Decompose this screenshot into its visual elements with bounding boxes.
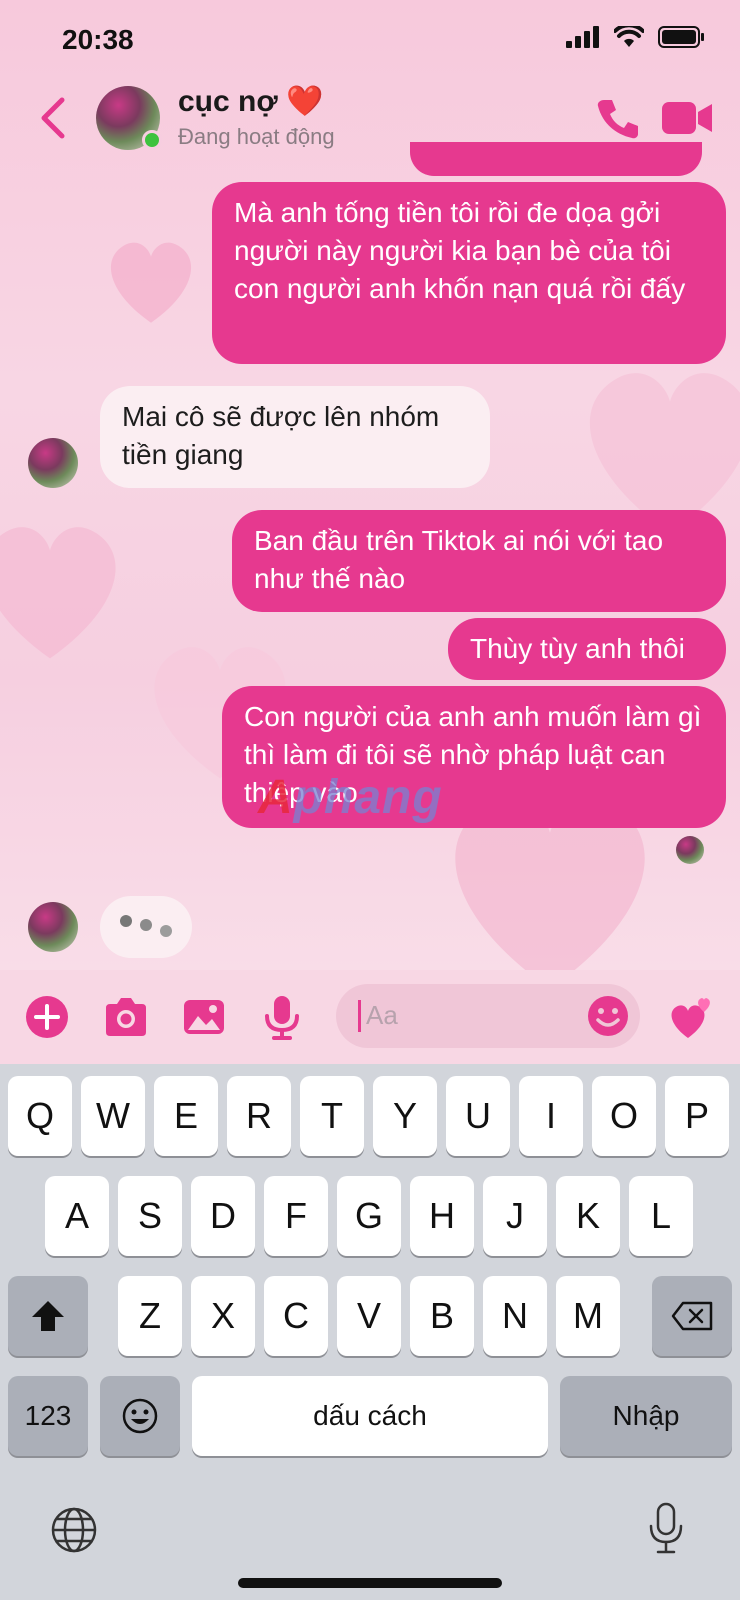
message-received[interactable]: Mai cô sẽ được lên nhóm tiền giang <box>100 386 490 488</box>
key-o[interactable]: O <box>592 1076 656 1156</box>
signal-icon <box>566 26 599 48</box>
seen-indicator-avatar <box>676 836 704 864</box>
key-m[interactable]: M <box>556 1276 620 1356</box>
wifi-icon <box>614 26 644 47</box>
status-time: 20:38 <box>62 24 134 55</box>
key-i[interactable]: I <box>519 1076 583 1156</box>
key-a[interactable]: A <box>45 1176 109 1256</box>
key-p[interactable]: P <box>665 1076 729 1156</box>
key-u[interactable]: U <box>446 1076 510 1156</box>
backspace-key[interactable] <box>652 1276 732 1356</box>
key-t[interactable]: T <box>300 1076 364 1156</box>
message-sent-partial <box>410 142 702 176</box>
message-sent[interactable]: Mà anh tống tiền tôi rồi đe dọa gởi ngườ… <box>212 182 726 364</box>
key-j[interactable]: J <box>483 1176 547 1256</box>
online-indicator <box>142 130 162 150</box>
message-sent[interactable]: Thùy tùy anh thôi <box>448 618 726 680</box>
key-h[interactable]: H <box>410 1176 474 1256</box>
key-v[interactable]: V <box>337 1276 401 1356</box>
contact-avatar-small <box>28 902 78 952</box>
shift-icon <box>32 1301 64 1331</box>
back-icon[interactable] <box>36 96 70 140</box>
key-q[interactable]: Q <box>8 1076 72 1156</box>
key-r[interactable]: R <box>227 1076 291 1156</box>
status-bar: 20:38 <box>0 0 740 80</box>
backspace-icon <box>671 1301 713 1331</box>
heart-emoji-icon[interactable] <box>666 992 716 1042</box>
dictation-icon[interactable] <box>646 1502 686 1556</box>
key-e[interactable]: E <box>154 1076 218 1156</box>
key-g[interactable]: G <box>337 1176 401 1256</box>
plus-icon[interactable] <box>24 994 70 1040</box>
heart-decoration <box>0 527 116 659</box>
heart-decoration <box>110 242 192 323</box>
key-s[interactable]: S <box>118 1176 182 1256</box>
key-k[interactable]: K <box>556 1176 620 1256</box>
key-z[interactable]: Z <box>118 1276 182 1356</box>
key-w[interactable]: W <box>81 1076 145 1156</box>
typing-indicator <box>100 896 192 958</box>
status-icons <box>566 26 704 48</box>
key-l[interactable]: L <box>629 1176 693 1256</box>
emoji-icon[interactable] <box>586 994 630 1038</box>
key-x[interactable]: X <box>191 1276 255 1356</box>
message-input-placeholder: Aa <box>366 1000 398 1030</box>
return-key[interactable]: Nhập <box>560 1376 732 1456</box>
home-indicator <box>238 1578 502 1588</box>
watermark-logo: Aphang <box>258 771 443 824</box>
key-n[interactable]: N <box>483 1276 547 1356</box>
camera-icon[interactable] <box>102 994 150 1040</box>
message-composer: Aa <box>0 970 740 1064</box>
key-y[interactable]: Y <box>373 1076 437 1156</box>
key-c[interactable]: C <box>264 1276 328 1356</box>
globe-icon[interactable] <box>50 1506 98 1554</box>
mic-icon[interactable] <box>262 994 302 1040</box>
emoji-keyboard-icon <box>122 1398 158 1434</box>
shift-key[interactable] <box>8 1276 88 1356</box>
image-icon[interactable] <box>182 994 226 1040</box>
key-d[interactable]: D <box>191 1176 255 1256</box>
space-key[interactable]: dấu cách <box>192 1376 548 1456</box>
contact-status: Đang hoạt động <box>178 124 335 149</box>
message-sent[interactable]: Ban đầu trên Tiktok ai nói với tao như t… <box>232 510 726 612</box>
message-input[interactable]: Aa <box>336 984 640 1048</box>
text-cursor <box>358 1000 361 1032</box>
key-b[interactable]: B <box>410 1276 474 1356</box>
keyboard: Q W E R T Y U I O P A S D F G H J K L Z … <box>0 1064 740 1600</box>
phone-icon[interactable] <box>596 96 640 140</box>
video-icon[interactable] <box>662 98 714 138</box>
numbers-key[interactable]: 123 <box>8 1376 88 1456</box>
key-f[interactable]: F <box>264 1176 328 1256</box>
emoji-key[interactable] <box>100 1376 180 1456</box>
battery-icon <box>658 26 704 48</box>
contact-avatar-small <box>28 438 78 488</box>
contact-name[interactable]: cục nợ ❤️ <box>178 84 323 119</box>
